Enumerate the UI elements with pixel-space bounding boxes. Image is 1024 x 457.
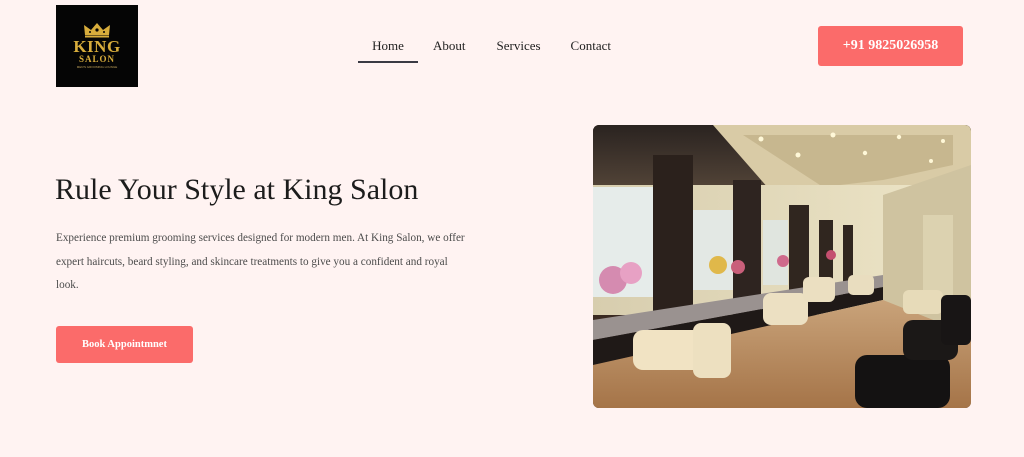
nav-home[interactable]: Home — [358, 37, 418, 64]
salon-interior-image — [593, 125, 971, 408]
logo[interactable]: KING SALON MEN'S GROOMING LOUNGE — [56, 5, 138, 87]
nav-services[interactable]: Services — [497, 37, 541, 64]
main-nav: Home About Services Contact — [358, 37, 611, 64]
phone-button[interactable]: +91 9825026958 — [818, 26, 963, 66]
logo-subtitle: SALON — [78, 54, 115, 64]
nav-contact[interactable]: Contact — [571, 37, 611, 64]
crown-icon — [84, 23, 110, 38]
book-appointment-button[interactable]: Book Appointmnet — [56, 326, 193, 363]
hero-description: Experience premium grooming services des… — [56, 232, 465, 291]
hero-title: Rule Your Style at King Salon — [55, 173, 419, 206]
logo-title: KING — [73, 37, 121, 56]
nav-about[interactable]: About — [433, 37, 466, 64]
logo-tagline: MEN'S GROOMING LOUNGE — [76, 65, 118, 69]
